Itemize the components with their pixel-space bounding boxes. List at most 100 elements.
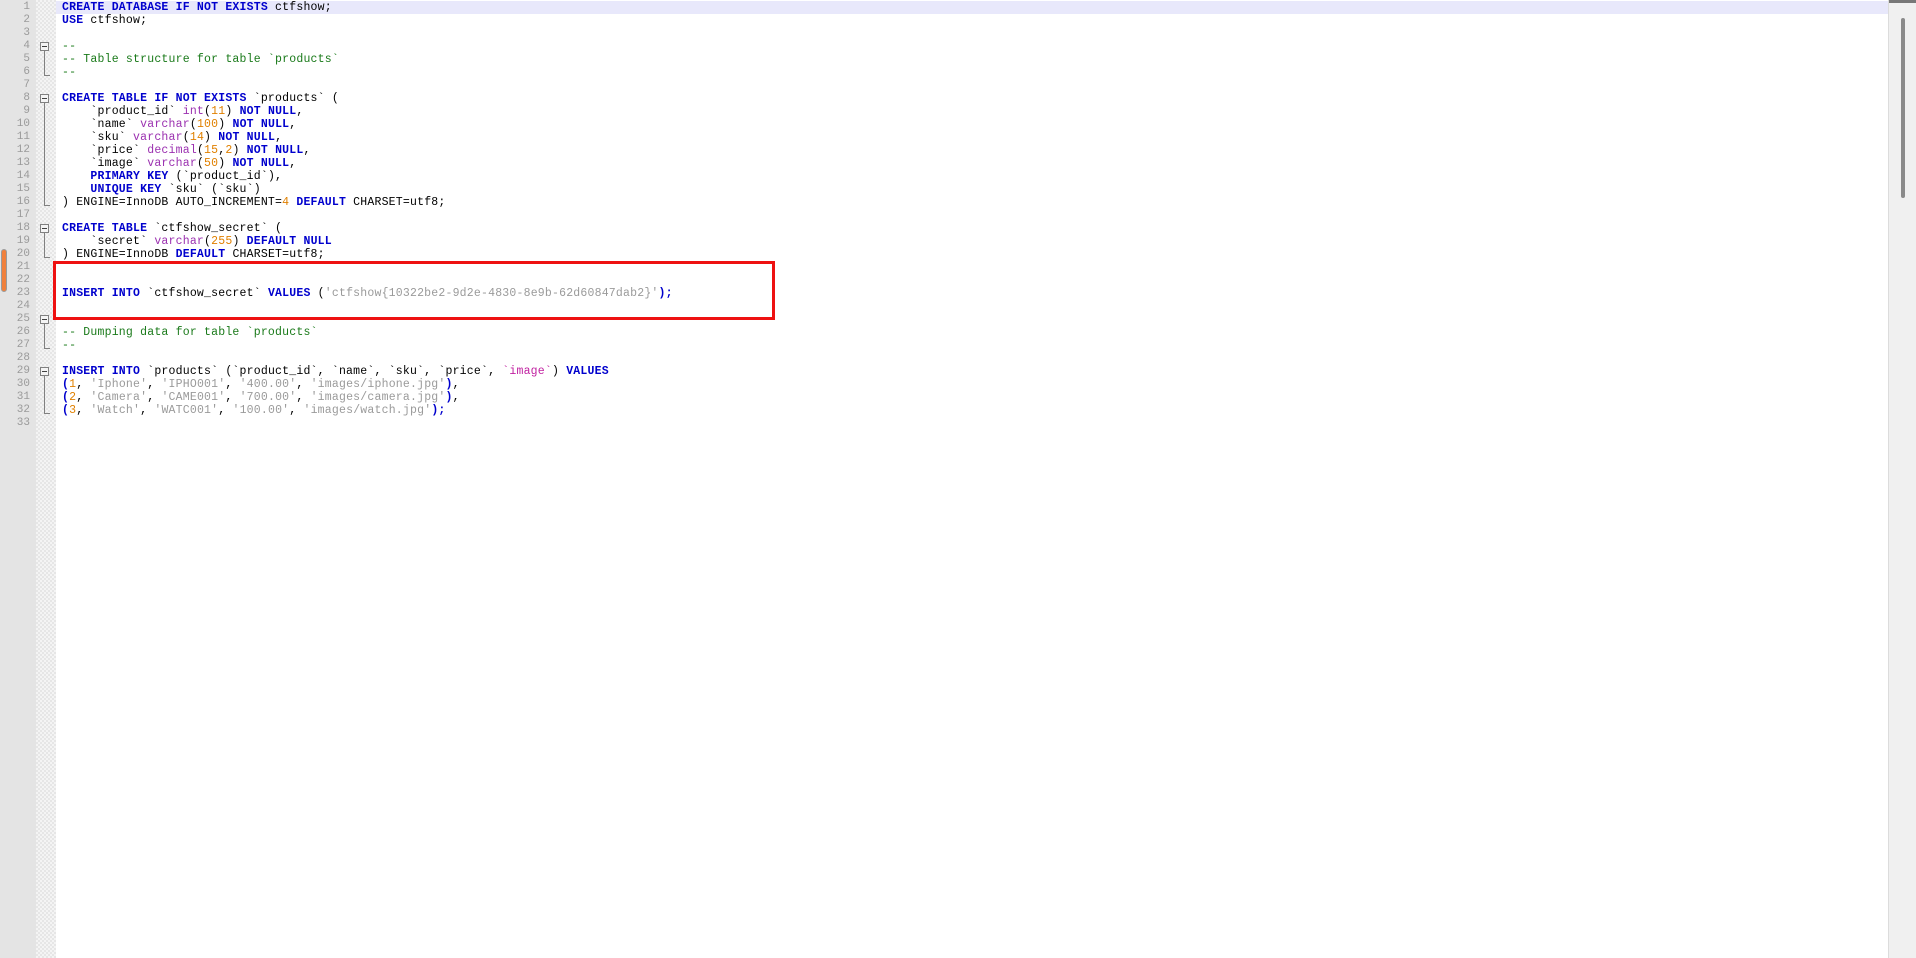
token-plain: ) <box>218 157 233 170</box>
code-line[interactable]: -- <box>56 313 1888 326</box>
vertical-scrollbar[interactable] <box>1888 0 1916 958</box>
code-line[interactable]: (3, 'Watch', 'WATC001', '100.00', 'image… <box>56 404 1888 417</box>
token-num: 100 <box>196 118 219 131</box>
fold-collapse-icon[interactable] <box>40 42 49 51</box>
token-str: 'images/watch.jpg' <box>303 404 432 417</box>
code-line[interactable]: INSERT INTO `ctfshow_secret` VALUES ('ct… <box>56 287 1888 300</box>
fold-range-end-tick <box>44 413 50 414</box>
code-editor[interactable]: 1 2 3 4 5 6 7 8 9 10 11 12 13 14 15 16 17 18 19 20 21 22 23 24 2… <box>0 0 1888 958</box>
line-number: 17 <box>16 209 30 221</box>
line-number: 27 <box>16 339 30 351</box>
code-line[interactable]: `name` varchar(100) NOT NULL, <box>56 118 1888 131</box>
fold-range-line <box>44 103 45 205</box>
line-number: 29 <box>16 365 30 377</box>
code-line[interactable] <box>56 274 1888 287</box>
token-plain: ) <box>232 235 247 248</box>
token-kw: DEFAULT <box>175 248 226 261</box>
code-line[interactable]: ) ENGINE=InnoDB DEFAULT CHARSET=utf8; <box>56 248 1888 261</box>
code-line[interactable] <box>56 300 1888 313</box>
token-typ: varchar <box>133 131 183 144</box>
code-line[interactable]: UNIQUE KEY `sku` (`sku`) <box>56 183 1888 196</box>
code-line[interactable]: INSERT INTO `products` (`product_id`, `n… <box>56 365 1888 378</box>
vertical-scrollbar-thumb[interactable] <box>1901 18 1905 198</box>
fold-collapse-icon[interactable] <box>40 94 49 103</box>
token-plain: `name` <box>62 118 141 131</box>
line-number: 4 <box>23 40 30 52</box>
token-str: 'Iphone' <box>90 378 148 391</box>
line-number: 13 <box>16 157 30 169</box>
token-str: 'CAME001' <box>161 391 226 404</box>
code-line[interactable] <box>56 352 1888 365</box>
line-number-gutter: 1 2 3 4 5 6 7 8 9 10 11 12 13 14 15 16 17 18 19 20 21 22 23 24 2… <box>0 0 36 958</box>
token-str: 'WATC001' <box>154 404 219 417</box>
token-kw: NOT NULL <box>232 118 290 131</box>
token-plain: , <box>76 378 91 391</box>
token-plain: , <box>147 378 162 391</box>
line-number: 22 <box>16 274 30 286</box>
code-line[interactable]: PRIMARY KEY (`product_id`), <box>56 170 1888 183</box>
token-magenta: `image` <box>502 365 552 378</box>
code-line[interactable]: (2, 'Camera', 'CAME001', '700.00', 'imag… <box>56 391 1888 404</box>
code-fold-column[interactable] <box>36 0 56 958</box>
code-content-area[interactable]: CREATE DATABASE IF NOT EXISTS ctfshow; US… <box>56 0 1888 958</box>
code-line[interactable]: -- <box>56 339 1888 352</box>
fold-range-end-tick <box>44 257 50 258</box>
code-line[interactable]: `product_id` int(11) NOT NULL, <box>56 105 1888 118</box>
token-num: 14 <box>189 131 205 144</box>
code-line[interactable]: `price` decimal(15,2) NOT NULL, <box>56 144 1888 157</box>
token-str: 'Camera' <box>90 391 148 404</box>
token-plain: CHARSET=utf8; <box>346 196 446 209</box>
line-number: 11 <box>16 131 30 143</box>
token-plain: ) ENGINE=InnoDB AUTO_INCREMENT= <box>62 196 283 209</box>
token-cmt: -- <box>62 40 77 53</box>
token-plain: `product_id` <box>62 105 183 118</box>
code-line[interactable]: (1, 'Iphone', 'IPHO001', '400.00', 'imag… <box>56 378 1888 391</box>
code-line[interactable]: CREATE DATABASE IF NOT EXISTS ctfshow; <box>56 1 1888 14</box>
fold-collapse-icon[interactable] <box>40 367 49 376</box>
token-kw: USE <box>62 14 91 27</box>
line-number: 2 <box>23 14 30 26</box>
code-line[interactable] <box>56 417 1888 430</box>
token-typ: varchar <box>140 118 190 131</box>
token-typ: int <box>182 105 205 118</box>
code-line[interactable]: `sku` varchar(14) NOT NULL, <box>56 131 1888 144</box>
code-line[interactable]: -- Dumping data for table `products` <box>56 326 1888 339</box>
code-line[interactable]: -- <box>56 40 1888 53</box>
token-kw: NOT NULL <box>232 157 290 170</box>
line-number: 25 <box>16 313 30 325</box>
token-typ: decimal <box>147 144 197 157</box>
code-line[interactable] <box>56 79 1888 92</box>
code-line[interactable]: `secret` varchar(255) DEFAULT NULL <box>56 235 1888 248</box>
line-number: 14 <box>16 170 30 182</box>
token-kw: NOT NULL <box>246 144 304 157</box>
token-cmt: -- <box>62 313 77 326</box>
line-number: 9 <box>23 105 30 117</box>
code-line[interactable]: CREATE TABLE `ctfshow_secret` ( <box>56 222 1888 235</box>
token-plain: , <box>275 131 283 144</box>
code-line[interactable] <box>56 27 1888 40</box>
line-number: 10 <box>16 118 30 130</box>
fold-collapse-icon[interactable] <box>40 315 49 324</box>
token-plain: (`product_id`), <box>168 170 283 183</box>
line-number: 33 <box>16 417 30 429</box>
token-cmt: -- <box>62 66 77 79</box>
code-line[interactable]: ) ENGINE=InnoDB AUTO_INCREMENT=4 DEFAULT… <box>56 196 1888 209</box>
token-plain: , <box>76 404 91 417</box>
code-line[interactable]: USE ctfshow; <box>56 14 1888 27</box>
token-kw: ); <box>431 404 446 417</box>
code-line[interactable]: -- Table structure for table `products` <box>56 53 1888 66</box>
token-num: 255 <box>211 235 233 248</box>
token-plain: ( <box>189 118 197 131</box>
code-line[interactable] <box>56 209 1888 222</box>
token-str: '100.00' <box>232 404 290 417</box>
token-str: 'ctfshow{10322be2-9d2e-4830-8e9b-62d6084… <box>324 287 659 300</box>
token-kw: CREATE TABLE IF NOT EXISTS <box>62 92 254 105</box>
code-line[interactable]: CREATE TABLE IF NOT EXISTS `products` ( <box>56 92 1888 105</box>
code-line[interactable]: `image` varchar(50) NOT NULL, <box>56 157 1888 170</box>
fold-collapse-icon[interactable] <box>40 224 49 233</box>
code-line[interactable] <box>56 261 1888 274</box>
code-line[interactable]: -- <box>56 66 1888 79</box>
